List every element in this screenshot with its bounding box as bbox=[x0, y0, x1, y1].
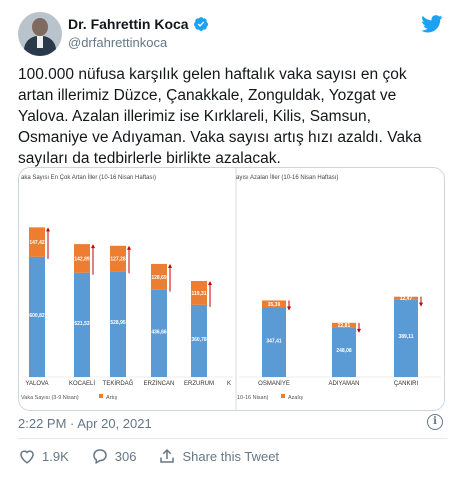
data-label-delta: 127,28 bbox=[110, 256, 126, 262]
reply-button[interactable]: 306 bbox=[91, 447, 137, 465]
twitter-bird-icon[interactable] bbox=[421, 15, 443, 33]
data-label-base: 347,41 bbox=[266, 338, 282, 344]
reply-icon bbox=[93, 449, 107, 465]
author-name-row[interactable]: Dr. Fahrettin Koca bbox=[68, 16, 209, 32]
tick-label: ADIYAMAN bbox=[329, 381, 360, 387]
share-icon bbox=[160, 448, 175, 463]
like-count: 1.9K bbox=[42, 448, 69, 464]
tick-label: ERZİNCAN bbox=[144, 380, 175, 387]
chart-svg: aka Sayısı En Çok Artan İller (10-16 Nis… bbox=[19, 168, 444, 410]
legend-label-base-right: 10-16 Nisan) bbox=[237, 395, 269, 401]
legend-swatch-delta-right bbox=[281, 394, 285, 398]
author-handle[interactable]: @drfahrettinkoca bbox=[68, 35, 167, 50]
tick-label: ÇANKIRI bbox=[394, 381, 419, 387]
data-label-delta: 12,47 bbox=[400, 296, 413, 302]
tweet-timestamp[interactable]: 2:22 PM · Apr 20, 2021 bbox=[18, 416, 152, 431]
author-name[interactable]: Dr. Fahrettin Koca bbox=[68, 16, 189, 32]
data-label-delta: 119,31 bbox=[191, 291, 206, 297]
data-label-delta: 142,89 bbox=[74, 256, 90, 262]
legend-label-delta-right: Azalış bbox=[288, 395, 303, 401]
data-label-base: 360,78 bbox=[191, 337, 207, 343]
tweet-actions: 1.9K 306 Share this Tweet bbox=[18, 447, 301, 465]
tick-label: K bbox=[227, 381, 231, 387]
heart-icon bbox=[20, 450, 34, 464]
chart-title-left: aka Sayısı En Çok Artan İller (10-16 Nis… bbox=[21, 174, 156, 181]
tick-label: YALOVA bbox=[25, 381, 48, 387]
avatar[interactable] bbox=[18, 12, 62, 56]
data-label-base: 436,66 bbox=[151, 329, 167, 335]
legend-swatch-delta-left bbox=[99, 394, 103, 398]
chart-title-right: ayısı Azalan İller (10-16 Nisan Haftası) bbox=[236, 174, 338, 181]
like-button[interactable]: 1.9K bbox=[18, 447, 69, 465]
data-label-delta: 22,81 bbox=[338, 323, 351, 329]
legend-label-delta-left: Artış bbox=[106, 395, 118, 401]
tick-label: ERZURUM bbox=[184, 381, 214, 387]
legend-label-base-left: Vaka Sayısı (3-9 Nisan) bbox=[21, 395, 79, 401]
data-label-delta: 35,39 bbox=[268, 302, 281, 308]
divider bbox=[18, 438, 447, 439]
tick-label: KOCAELİ bbox=[69, 380, 95, 387]
data-label-base: 528,95 bbox=[110, 320, 126, 326]
share-button[interactable]: Share this Tweet bbox=[158, 447, 279, 465]
data-label-delta: 128,69 bbox=[151, 275, 167, 281]
tweet-card: Dr. Fahrettin Koca @drfahrettinkoca 100.… bbox=[0, 0, 465, 480]
tick-label: OSMANİYE bbox=[258, 380, 290, 387]
data-label-base: 389,11 bbox=[398, 334, 413, 340]
data-label-base: 600,82 bbox=[29, 313, 45, 319]
data-label-delta: 147,42 bbox=[29, 240, 45, 246]
data-label-base: 248,08 bbox=[336, 348, 352, 354]
tweet-media-image[interactable]: aka Sayısı En Çok Artan İller (10-16 Nis… bbox=[18, 167, 445, 411]
tick-label: TEKİRDAĞ bbox=[103, 380, 134, 387]
verified-badge-icon bbox=[193, 17, 208, 31]
data-label-base: 521,53 bbox=[74, 321, 90, 327]
tweet-text: 100.000 nüfusa karşılık gelen haftalık v… bbox=[18, 66, 422, 167]
reply-count: 306 bbox=[114, 448, 137, 464]
info-icon[interactable]: i bbox=[427, 414, 443, 430]
share-label: Share this Tweet bbox=[182, 448, 280, 464]
